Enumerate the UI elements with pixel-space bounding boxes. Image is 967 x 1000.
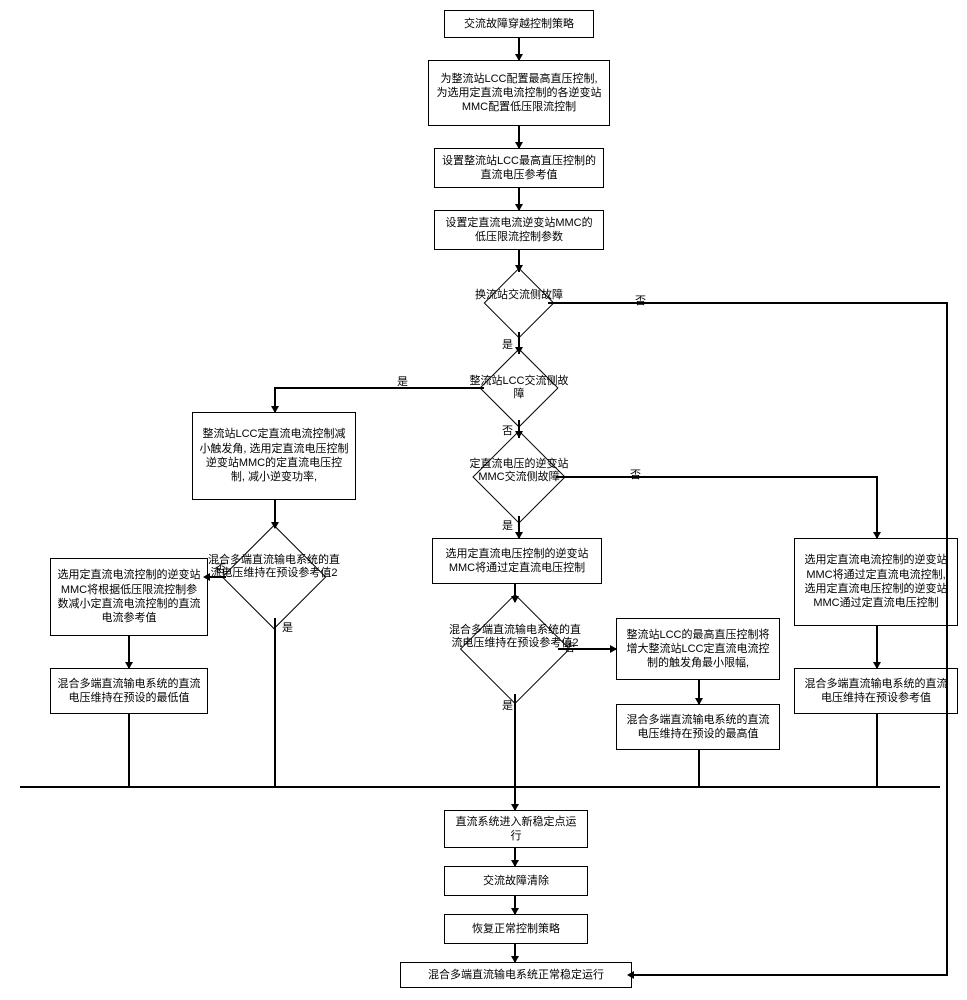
arrow (511, 860, 519, 867)
conn (876, 476, 878, 538)
text: 直流系统进入新稳定点运行 (451, 815, 581, 844)
voltage-max-box: 混合多端直流输电系统的直流电压维持在预设的最高值 (616, 704, 780, 750)
normal-stable-box: 混合多端直流输电系统正常稳定运行 (400, 962, 632, 988)
set-vref-box: 设置整流站LCC最高直压控制的直流电压参考值 (434, 148, 604, 188)
conn (558, 648, 616, 650)
start-box: 交流故障穿越控制策略 (444, 10, 594, 38)
rectifier-action-box: 整流站LCC定直流电流控制减小触发角, 选用定直流电压控制逆变站MMC的定直流电… (192, 412, 356, 500)
arrow (515, 532, 523, 539)
arrow (873, 662, 881, 669)
arrow (515, 54, 523, 61)
conn (876, 714, 878, 786)
text: 混合多端直流输电系统正常稳定运行 (428, 968, 604, 982)
voltage-min-box: 混合多端直流输电系统的直流电压维持在预设的最低值 (50, 668, 208, 714)
decision-voltage-ref2-center (460, 594, 570, 704)
text: 混合多端直流输电系统的直流电压维持在预设参考值 (801, 677, 951, 706)
conn (274, 387, 356, 389)
conn (698, 750, 700, 786)
decision-converter-fault (484, 268, 555, 339)
arrow (515, 431, 523, 438)
conn (946, 302, 948, 974)
conn (632, 974, 948, 976)
text: 为整流站LCC配置最高直压控制, 为选用定直流电流控制的各逆变站MMC配置低压限… (435, 72, 603, 115)
no-label-d2: 否 (502, 422, 513, 438)
fault-clear-box: 交流故障清除 (444, 866, 588, 896)
arrow (627, 971, 634, 979)
yes-label-d3: 是 (502, 517, 513, 533)
arrow (515, 347, 523, 354)
decision-voltage-ref2-left (222, 525, 327, 630)
conn (128, 714, 130, 786)
text: 选用定直流电流控制的逆变站MMC将根据低压限流控制参数减小定直流电流控制的直流电… (57, 568, 201, 625)
voltage-control-box: 选用定直流电压控制的逆变站MMC将通过定直流电压控制 (432, 538, 602, 584)
arrow (511, 908, 519, 915)
current-limit-box: 选用定直流电流控制的逆变站MMC将根据低压限流控制参数减小定直流电流控制的直流电… (50, 558, 208, 636)
yes-label-d4: 是 (282, 619, 293, 635)
no-label-d5: 否 (564, 639, 575, 655)
arrow (125, 662, 133, 669)
conn (514, 786, 516, 810)
voltage-ref-box: 混合多端直流输电系统的直流电压维持在预设参考值 (794, 668, 958, 714)
no-label-d3: 否 (630, 466, 641, 482)
arrow (271, 406, 279, 413)
arrow (515, 142, 523, 149)
arrow (511, 596, 519, 603)
arrow (515, 265, 523, 272)
text: 整流站LCC定直流电流控制减小触发角, 选用定直流电压控制逆变站MMC的定直流电… (199, 427, 349, 484)
decision-inverter-mmc-fault (472, 430, 565, 523)
text: 交流故障穿越控制策略 (464, 17, 574, 31)
text: 选用定直流电压控制的逆变站MMC将通过定直流电压控制 (439, 547, 595, 576)
arrow (695, 698, 703, 705)
conn (356, 387, 484, 389)
yes-label-d5: 是 (502, 697, 513, 713)
yes-label-d1: 是 (502, 336, 513, 352)
no-label-d4: 否 (215, 560, 226, 576)
text: 设置整流站LCC最高直压控制的直流电压参考值 (441, 154, 597, 183)
current-voltage-control-box: 选用定直流电流控制的逆变站MMC将通过定直流电流控制, 选用定直流电压控制的逆变… (794, 538, 958, 626)
conn (548, 302, 948, 304)
text: 交流故障清除 (483, 874, 549, 888)
arrow (873, 532, 881, 539)
text: 选用定直流电流控制的逆变站MMC将通过定直流电流控制, 选用定直流电压控制的逆变… (801, 553, 951, 610)
set-limit-box: 设置定直流电流逆变站MMC的低压限流控制参数 (434, 210, 604, 250)
conn (208, 576, 226, 578)
text: 混合多端直流输电系统的直流电压维持在预设的最低值 (57, 677, 201, 706)
arrow (610, 645, 617, 653)
text: 设置定直流电流逆变站MMC的低压限流控制参数 (441, 216, 597, 245)
arrow (203, 573, 210, 581)
new-stable-box: 直流系统进入新稳定点运行 (444, 810, 588, 848)
text: 混合多端直流输电系统的直流电压维持在预设的最高值 (623, 713, 773, 742)
arrow (511, 956, 519, 963)
conn (556, 476, 876, 478)
arrow (515, 204, 523, 211)
no-label-d1: 否 (635, 292, 646, 308)
decision-rectifier-fault (479, 348, 558, 427)
arrow (271, 522, 279, 529)
restore-box: 恢复正常控制策略 (444, 914, 588, 944)
conn (274, 618, 276, 786)
text: 恢复正常控制策略 (472, 922, 560, 936)
bus-line (20, 786, 940, 788)
config-box: 为整流站LCC配置最高直压控制, 为选用定直流电流控制的各逆变站MMC配置低压限… (428, 60, 610, 126)
increase-angle-box: 整流站LCC的最高直压控制将增大整流站LCC定直流电流控制的触发角最小限幅, (616, 618, 780, 680)
text: 整流站LCC的最高直压控制将增大整流站LCC定直流电流控制的触发角最小限幅, (623, 628, 773, 671)
